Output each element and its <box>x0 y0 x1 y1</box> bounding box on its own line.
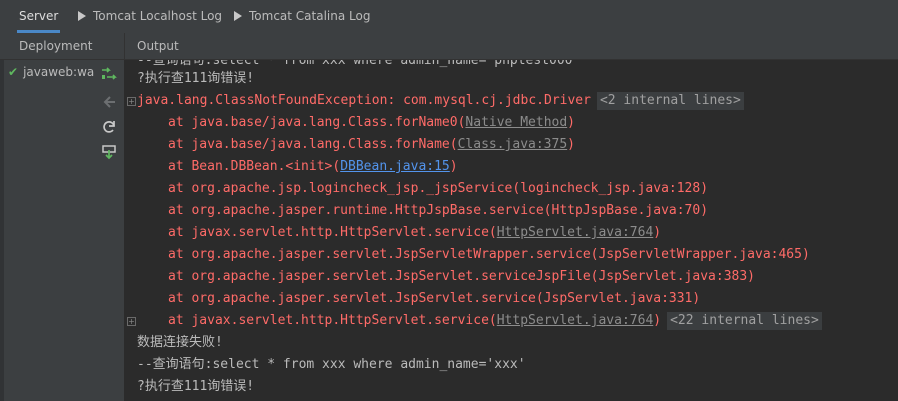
stack-line: at java.base/java.lang.Class.forName(Cla… <box>168 137 575 152</box>
stack-line: at java.base/java.lang.Class.forName0(Na… <box>168 115 575 130</box>
stack-line: at org.apache.jasper.servlet.JspServlet.… <box>168 269 755 284</box>
console-line: 数据连接失败! <box>137 335 223 350</box>
exception-line: java.lang.ClassNotFoundException: com.my… <box>137 90 744 112</box>
output-header: Output <box>125 33 898 60</box>
undeploy-icon[interactable] <box>100 94 118 110</box>
stack-link[interactable]: Native Method <box>465 115 567 130</box>
deploy-icon[interactable] <box>100 66 118 82</box>
stack-link[interactable]: Class.java:375 <box>458 137 568 152</box>
console-line: --查询语句:select * from xxx where admin_nam… <box>137 357 526 372</box>
tab-server-label: Server <box>19 9 59 23</box>
deployment-item-label: javaweb:wa <box>23 65 95 79</box>
exception-text: java.lang.ClassNotFoundException: com.my… <box>137 93 591 108</box>
refresh-icon[interactable] <box>100 119 118 135</box>
tab-tomcat-localhost-log[interactable]: Tomcat Localhost Log <box>78 0 222 33</box>
stack-line: at org.apache.jsp.logincheck_jsp._jspSer… <box>168 181 709 196</box>
tab-server[interactable]: Server <box>16 0 61 33</box>
stack-link[interactable]: HttpServlet.java:764 <box>497 225 654 240</box>
internal-lines-fold[interactable]: <22 internal lines> <box>667 312 822 330</box>
console-line: ?执行查111询错误! <box>137 379 255 394</box>
deployment-panel <box>0 33 125 401</box>
tab-catalina-label: Tomcat Catalina Log <box>249 9 371 23</box>
expand-icon[interactable]: + <box>127 317 136 326</box>
tab-localhost-label: Tomcat Localhost Log <box>93 9 223 23</box>
output-console[interactable]: --查询语句:select * from xxx where admin_nam… <box>124 60 898 401</box>
stack-line: at javax.servlet.http.HttpServlet.servic… <box>168 225 662 240</box>
check-icon: ✔ <box>8 65 19 79</box>
play-icon <box>234 11 242 21</box>
left-gutter <box>0 33 4 401</box>
download-icon[interactable] <box>100 144 118 160</box>
tab-tomcat-catalina-log[interactable]: Tomcat Catalina Log <box>234 0 370 33</box>
internal-lines-fold[interactable]: <2 internal lines> <box>596 92 744 110</box>
console-line: ?执行查111询错误! <box>137 71 255 86</box>
expand-icon[interactable]: + <box>127 97 136 106</box>
deployment-item[interactable]: ✔ javaweb:wa <box>8 64 94 80</box>
deployment-header: Deployment <box>0 33 124 60</box>
stack-link[interactable]: HttpServlet.java:764 <box>497 313 654 328</box>
stack-line: at Bean.DBBean.<init>(DBBean.java:15) <box>168 159 458 174</box>
stack-link-source[interactable]: DBBean.java:15 <box>340 159 450 174</box>
stack-line: at org.apache.jasper.runtime.HttpJspBase… <box>168 203 709 218</box>
play-icon <box>78 11 86 21</box>
stack-line: at org.apache.jasper.servlet.JspServletW… <box>168 247 810 262</box>
stack-line: at javax.servlet.http.HttpServlet.servic… <box>168 310 822 332</box>
tool-window-tabbar: Server Tomcat Localhost Log Tomcat Catal… <box>0 0 898 34</box>
stack-line: at org.apache.jasper.servlet.JspServlet.… <box>168 291 701 306</box>
